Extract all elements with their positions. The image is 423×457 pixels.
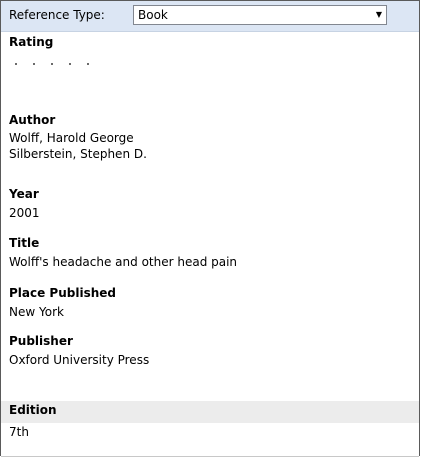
place-published-value[interactable]: New York <box>9 305 64 320</box>
publisher-value[interactable]: Oxford University Press <box>9 353 149 368</box>
year-field[interactable]: Year 2001 <box>1 187 419 227</box>
rating-label: Rating <box>9 35 54 49</box>
place-published-field[interactable]: Place Published New York <box>1 286 419 326</box>
author-value-2[interactable]: Silberstein, Stephen D. <box>9 147 147 162</box>
rating-field: Rating <box>1 33 419 83</box>
publisher-label: Publisher <box>9 334 73 348</box>
reference-panel: Reference Type: Book ▼ Rating Author Wol… <box>0 0 420 457</box>
year-label: Year <box>9 187 39 201</box>
rating-star-5[interactable] <box>81 59 99 69</box>
reference-type-dropdown[interactable]: Book ▼ <box>133 5 387 25</box>
reference-type-value: Book <box>138 8 168 22</box>
edition-field[interactable]: Edition 7th <box>1 403 419 443</box>
edition-label: Edition <box>9 403 57 417</box>
rating-star-3[interactable] <box>45 59 63 69</box>
title-value[interactable]: Wolff's headache and other head pain <box>9 255 237 270</box>
rating-stars[interactable] <box>9 59 99 69</box>
rating-star-4[interactable] <box>63 59 81 69</box>
author-field[interactable]: Author Wolff, Harold George Silberstein,… <box>1 113 419 173</box>
reference-type-bar: Reference Type: Book ▼ <box>1 1 419 32</box>
reference-type-label: Reference Type: <box>9 8 105 22</box>
edition-value[interactable]: 7th <box>9 425 29 440</box>
rating-star-2[interactable] <box>27 59 45 69</box>
chevron-down-icon[interactable]: ▼ <box>376 8 382 22</box>
title-label: Title <box>9 236 40 250</box>
author-label: Author <box>9 113 56 127</box>
year-value[interactable]: 2001 <box>9 206 40 221</box>
title-field[interactable]: Title Wolff's headache and other head pa… <box>1 236 419 276</box>
author-value-1[interactable]: Wolff, Harold George <box>9 131 134 146</box>
rating-star-1[interactable] <box>9 59 27 69</box>
publisher-field[interactable]: Publisher Oxford University Press <box>1 334 419 374</box>
place-published-label: Place Published <box>9 286 117 300</box>
